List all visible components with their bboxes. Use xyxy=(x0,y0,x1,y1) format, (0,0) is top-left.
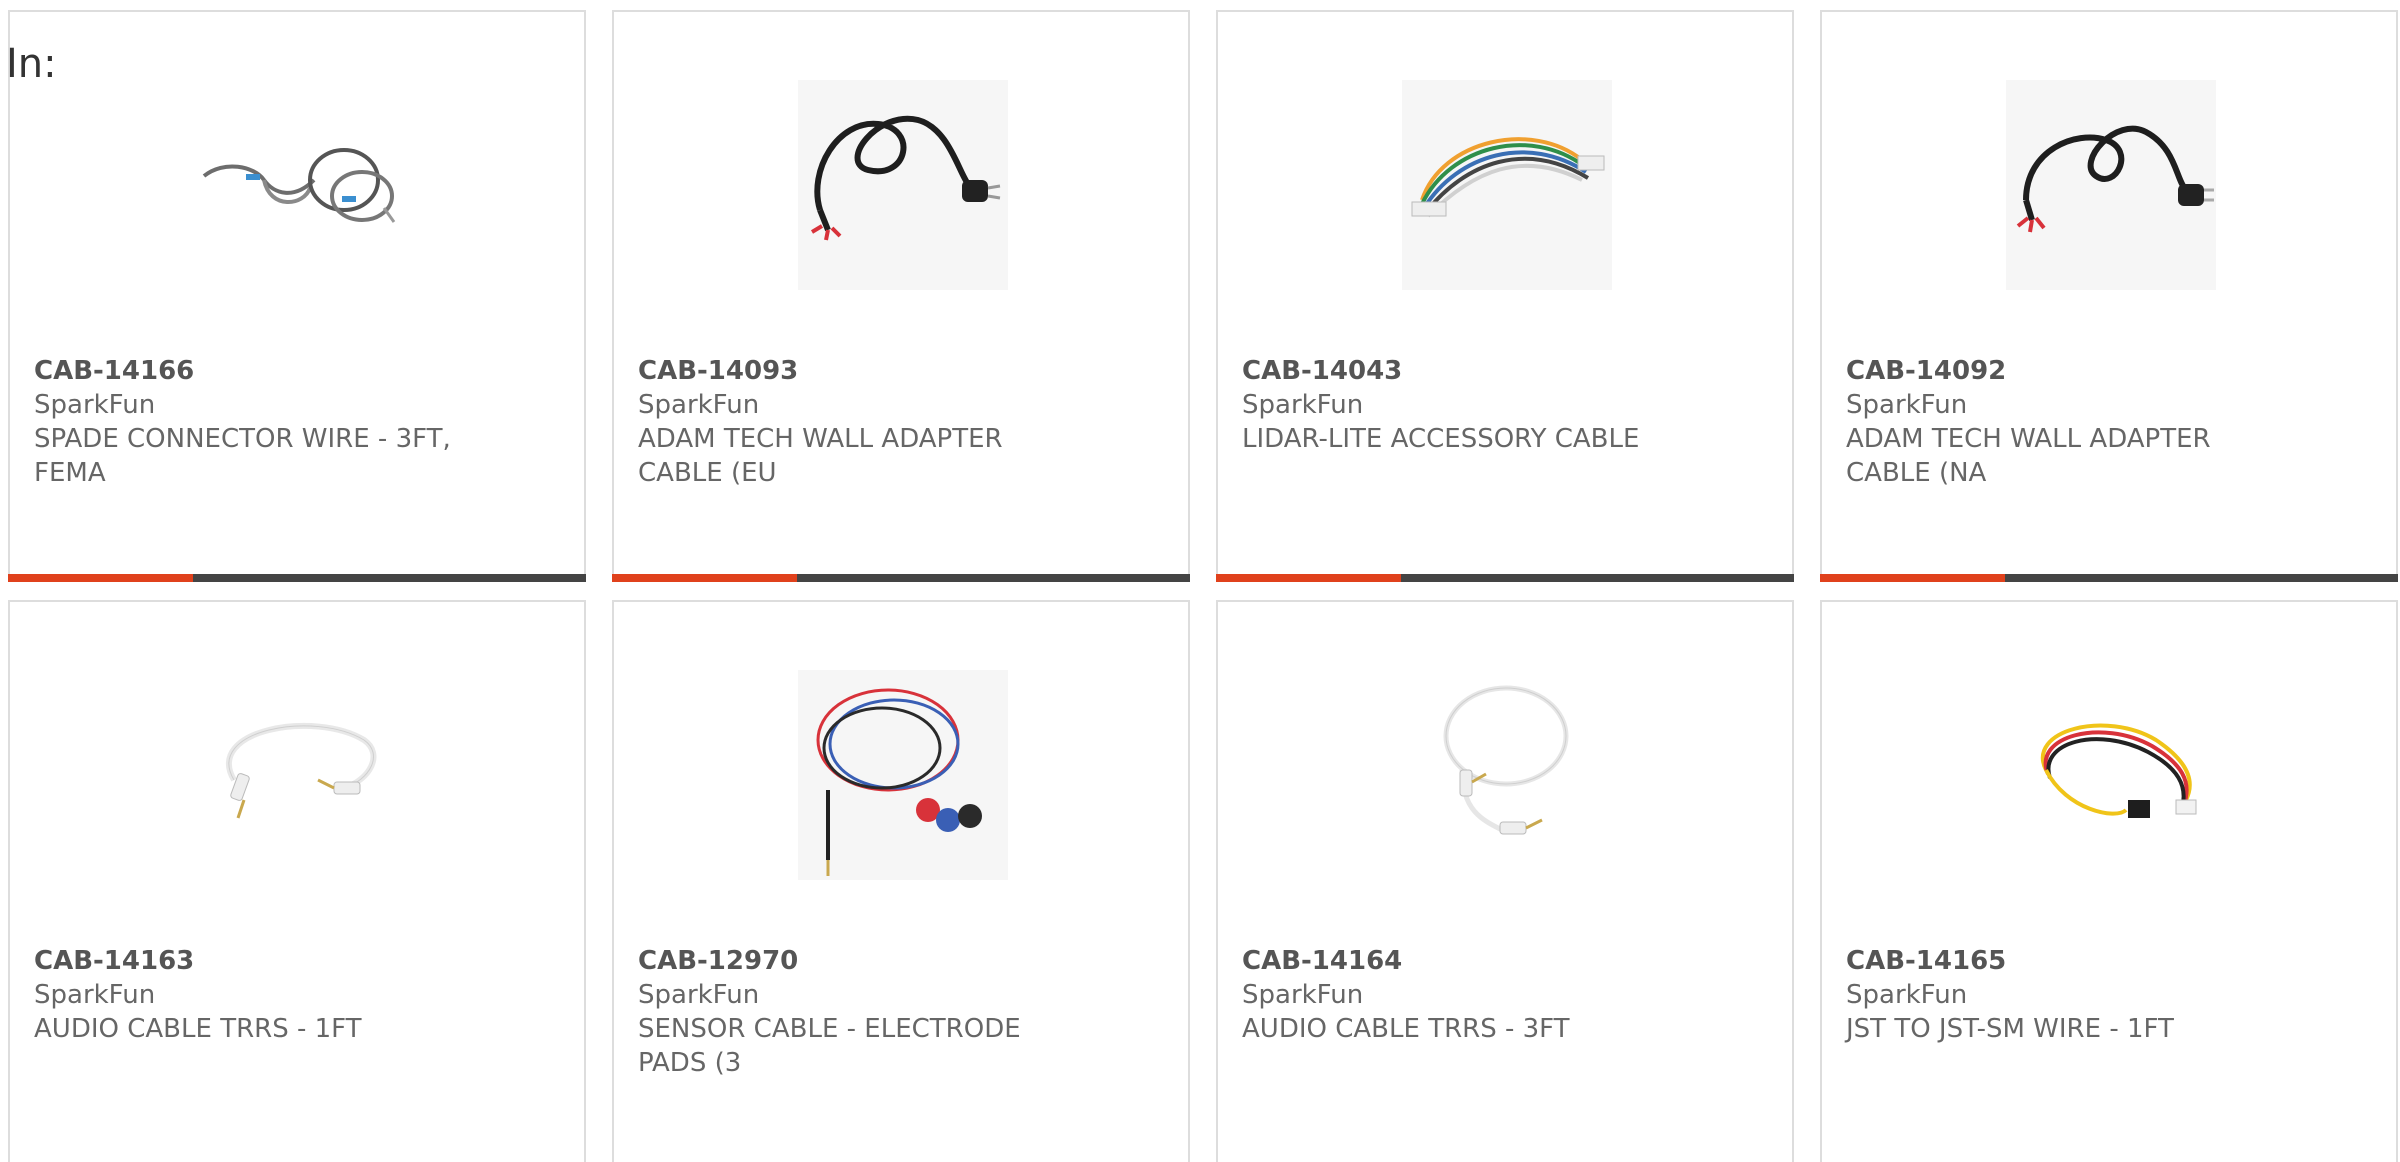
product-listing-page: In: CAB-14166 SparkFun SPADE CONNECTOR W… xyxy=(0,0,2400,1162)
filter-label: In: xyxy=(6,41,57,87)
progress-bar xyxy=(1216,574,1794,582)
audio-cable-1ft-image xyxy=(225,722,377,819)
product-info: CAB-14093 SparkFun ADAM TECH WALL ADAPTE… xyxy=(638,354,1078,490)
product-brand: SparkFun xyxy=(34,390,156,420)
product-card[interactable]: CAB-14166 SparkFun SPADE CONNECTOR WIRE … xyxy=(8,10,586,582)
audio-cable-3ft-image xyxy=(1443,685,1569,835)
product-brand: SparkFun xyxy=(1242,980,1364,1010)
product-name[interactable]: JST TO JST-SM WIRE - 1FT xyxy=(1846,1012,2286,1046)
product-image[interactable] xyxy=(2006,670,2216,880)
product-info: CAB-14092 SparkFun ADAM TECH WALL ADAPTE… xyxy=(1846,354,2286,490)
product-info: CAB-14164 SparkFun AUDIO CABLE TRRS - 3F… xyxy=(1242,944,1682,1046)
product-name-line2[interactable]: CABLE (EU xyxy=(638,456,1078,490)
progress-bar-fill xyxy=(612,574,797,582)
product-image[interactable] xyxy=(798,80,1008,290)
product-name-line2[interactable]: PADS (3 xyxy=(638,1046,1078,1080)
product-sku[interactable]: CAB-14166 xyxy=(34,354,474,388)
product-card[interactable]: CAB-14092 SparkFun ADAM TECH WALL ADAPTE… xyxy=(1820,10,2398,582)
product-card[interactable]: CAB-14043 SparkFun LIDAR-LITE ACCESSORY … xyxy=(1216,10,1794,582)
product-card[interactable]: CAB-14164 SparkFun AUDIO CABLE TRRS - 3F… xyxy=(1216,600,1794,1162)
product-image[interactable] xyxy=(194,80,404,290)
product-name-line2[interactable]: FEMA xyxy=(34,456,474,490)
product-brand: SparkFun xyxy=(638,390,760,420)
product-info: CAB-12970 SparkFun SENSOR CABLE - ELECTR… xyxy=(638,944,1078,1080)
product-info: CAB-14165 SparkFun JST TO JST-SM WIRE - … xyxy=(1846,944,2286,1046)
jst-wire-image xyxy=(2041,723,2197,818)
product-info: CAB-14166 SparkFun SPADE CONNECTOR WIRE … xyxy=(34,354,474,490)
product-image[interactable] xyxy=(798,670,1008,880)
product-image[interactable] xyxy=(1402,670,1612,880)
progress-bar xyxy=(612,574,1190,582)
wall-adapter-cable-eu-image xyxy=(798,80,1008,290)
product-brand: SparkFun xyxy=(34,980,156,1010)
product-card[interactable]: CAB-14093 SparkFun ADAM TECH WALL ADAPTE… xyxy=(612,10,1190,582)
product-name-line2[interactable]: CABLE (NA xyxy=(1846,456,2286,490)
product-card[interactable]: CAB-14165 SparkFun JST TO JST-SM WIRE - … xyxy=(1820,600,2398,1162)
wall-adapter-cable-na-image xyxy=(2006,80,2216,290)
product-image[interactable] xyxy=(1402,80,1612,290)
product-name[interactable]: ADAM TECH WALL ADAPTER xyxy=(1846,422,2286,456)
product-brand: SparkFun xyxy=(1846,980,1968,1010)
product-name[interactable]: SENSOR CABLE - ELECTRODE xyxy=(638,1012,1078,1046)
product-info: CAB-14043 SparkFun LIDAR-LITE ACCESSORY … xyxy=(1242,354,1682,456)
product-card[interactable]: CAB-14163 SparkFun AUDIO CABLE TRRS - 1F… xyxy=(8,600,586,1162)
product-name[interactable]: AUDIO CABLE TRRS - 1FT xyxy=(34,1012,474,1046)
product-card[interactable]: CAB-12970 SparkFun SENSOR CABLE - ELECTR… xyxy=(612,600,1190,1162)
product-sku[interactable]: CAB-14043 xyxy=(1242,354,1682,388)
product-info: CAB-14163 SparkFun AUDIO CABLE TRRS - 1F… xyxy=(34,944,474,1046)
lidar-lite-cable-image xyxy=(1402,80,1612,290)
product-image[interactable] xyxy=(2006,80,2216,290)
sensor-cable-electrode-image xyxy=(798,670,1008,880)
product-sku[interactable]: CAB-14092 xyxy=(1846,354,2286,388)
product-name[interactable]: AUDIO CABLE TRRS - 3FT xyxy=(1242,1012,1682,1046)
product-name[interactable]: SPADE CONNECTOR WIRE - 3FT, xyxy=(34,422,474,456)
product-sku[interactable]: CAB-14165 xyxy=(1846,944,2286,978)
product-brand: SparkFun xyxy=(1846,390,1968,420)
progress-bar-fill xyxy=(1820,574,2005,582)
product-brand: SparkFun xyxy=(1242,390,1364,420)
product-image[interactable] xyxy=(194,670,404,880)
progress-bar xyxy=(8,574,586,582)
product-sku[interactable]: CAB-14164 xyxy=(1242,944,1682,978)
progress-bar xyxy=(1820,574,2398,582)
spade-connector-wire-image xyxy=(202,148,396,223)
product-sku[interactable]: CAB-14093 xyxy=(638,354,1078,388)
progress-bar-fill xyxy=(8,574,193,582)
product-sku[interactable]: CAB-14163 xyxy=(34,944,474,978)
progress-bar-fill xyxy=(1216,574,1401,582)
product-name[interactable]: ADAM TECH WALL ADAPTER xyxy=(638,422,1078,456)
product-brand: SparkFun xyxy=(638,980,760,1010)
product-sku[interactable]: CAB-12970 xyxy=(638,944,1078,978)
product-name[interactable]: LIDAR-LITE ACCESSORY CABLE xyxy=(1242,422,1682,456)
